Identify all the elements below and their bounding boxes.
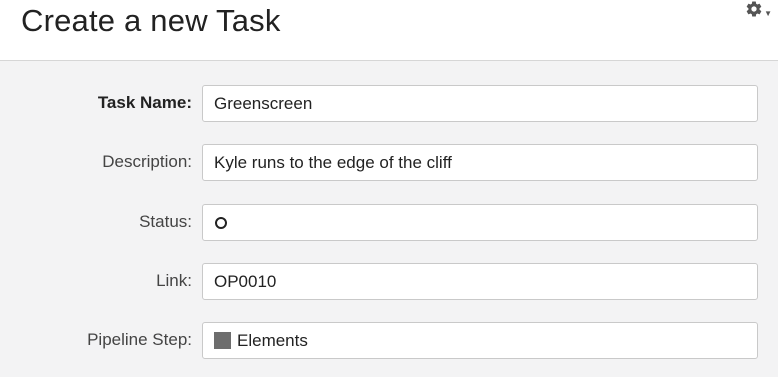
status-circle-icon (215, 216, 227, 229)
link-input[interactable]: OP0010 (202, 263, 758, 300)
status-select[interactable] (202, 204, 758, 241)
link-value: OP0010 (214, 271, 277, 291)
settings-menu-button[interactable]: ▼ (745, 0, 772, 18)
task-name-row: Task Name: Greenscreen (0, 85, 778, 123)
gear-icon (745, 0, 763, 18)
pipeline-step-color-swatch (214, 332, 231, 349)
pipeline-step-row: Pipeline Step: Elements (0, 322, 778, 360)
pipeline-step-select[interactable]: Elements (202, 322, 758, 359)
description-input[interactable]: Kyle runs to the edge of the cliff (202, 144, 758, 181)
status-row: Status: (0, 204, 778, 242)
task-name-value: Greenscreen (214, 93, 313, 113)
link-row: Link: OP0010 (0, 263, 778, 301)
page-title: Create a new Task (21, 3, 281, 38)
pipeline-step-label: Pipeline Step: (87, 330, 192, 349)
task-name-input[interactable]: Greenscreen (202, 85, 758, 122)
task-form: Task Name: Greenscreen Description: Kyle… (0, 61, 778, 377)
description-label: Description: (102, 152, 192, 171)
description-value: Kyle runs to the edge of the cliff (214, 152, 452, 172)
dialog-header: Create a new Task ▼ (0, 0, 778, 61)
link-label: Link: (156, 271, 192, 290)
chevron-down-icon: ▼ (764, 9, 772, 18)
description-row: Description: Kyle runs to the edge of th… (0, 144, 778, 182)
status-label: Status: (139, 212, 192, 231)
pipeline-step-value: Elements (237, 330, 308, 350)
task-name-label: Task Name: (97, 93, 192, 112)
